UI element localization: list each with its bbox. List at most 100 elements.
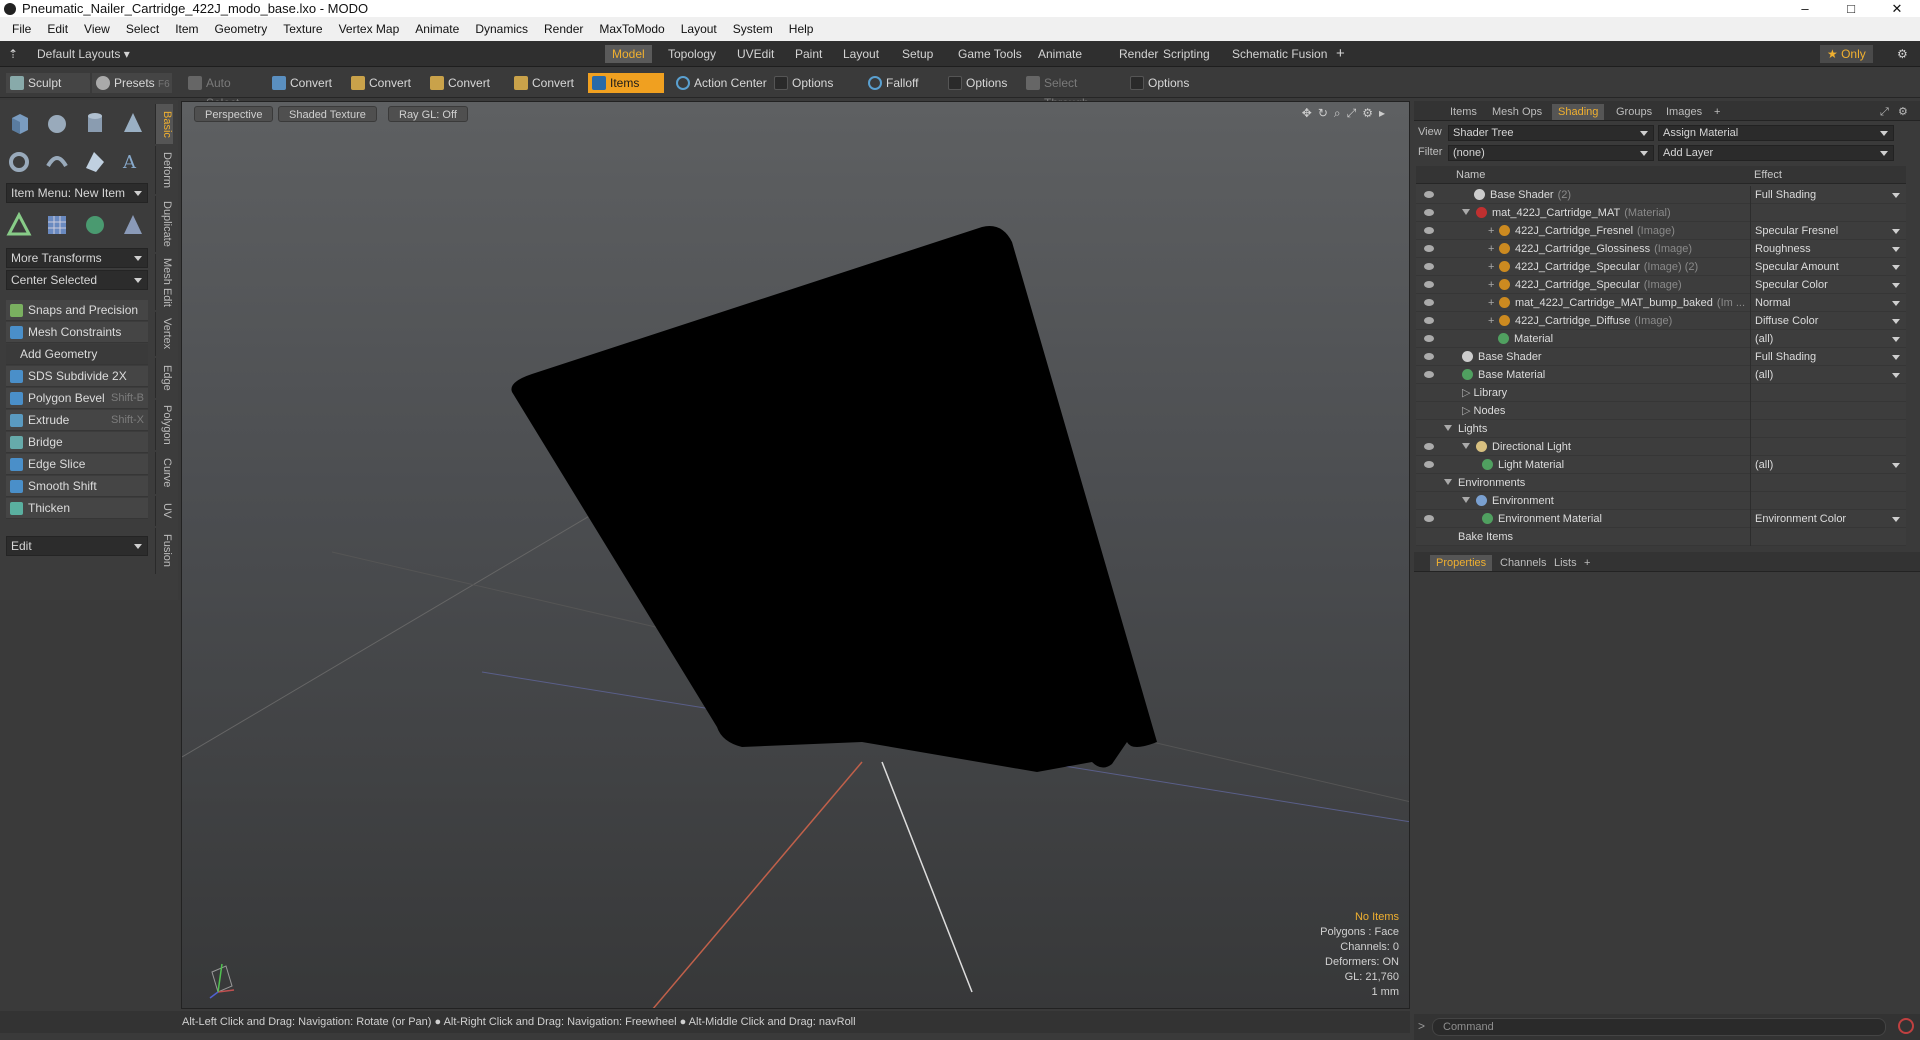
shader-tree-row[interactable]: +422J_Cartridge_Fresnel (Image) Specular F… <box>1416 222 1906 240</box>
add-tab-button[interactable]: + <box>1708 104 1726 120</box>
shader-tree-row[interactable]: Base Material (all) <box>1416 366 1906 384</box>
expand-triangle-icon[interactable] <box>1444 479 1452 485</box>
visibility-eye-icon[interactable] <box>1424 191 1434 198</box>
menu-file[interactable]: File <box>4 22 39 36</box>
layout-pin-icon[interactable]: ⇡ <box>4 45 25 63</box>
menu-maxtomodo[interactable]: MaxToModo <box>591 22 672 36</box>
shader-tree-row[interactable]: Light Material (all) <box>1416 456 1906 474</box>
vtab-uv[interactable]: UV <box>155 496 173 526</box>
cylinder-icon[interactable] <box>82 110 110 136</box>
edge-slice-button[interactable]: Edge Slice <box>6 454 148 475</box>
shader-tree-row[interactable]: Material (all) <box>1416 330 1906 348</box>
shader-tree-row[interactable]: ▷ Nodes <box>1416 402 1906 420</box>
view-dropdown[interactable]: Shader Tree <box>1448 125 1654 141</box>
visibility-eye-icon[interactable] <box>1424 245 1434 252</box>
close-button[interactable]: ✕ <box>1874 1 1920 17</box>
add-geometry-header[interactable]: Add Geometry <box>6 344 148 365</box>
expand-triangle-icon[interactable] <box>1444 425 1452 431</box>
menu-view[interactable]: View <box>76 22 118 36</box>
menu-animate[interactable]: Animate <box>407 22 467 36</box>
vtab-polygon[interactable]: Polygon <box>155 400 173 450</box>
expand-plus-icon[interactable]: + <box>1488 276 1496 294</box>
convert-polygons-button[interactable]: Convert <box>426 73 506 93</box>
menu-vertex-map[interactable]: Vertex Map <box>331 22 408 36</box>
globe-icon[interactable] <box>82 212 110 238</box>
menu-geometry[interactable]: Geometry <box>207 22 276 36</box>
vtab-edge[interactable]: Edge <box>155 358 173 398</box>
shader-tree-row[interactable]: +422J_Cartridge_Glossiness (Image) Roughne… <box>1416 240 1906 258</box>
effect-dropdown[interactable]: Specular Amount <box>1750 258 1906 276</box>
expand-plus-icon[interactable]: + <box>1488 294 1496 312</box>
visibility-eye-icon[interactable] <box>1424 281 1434 288</box>
pen-tool-icon[interactable] <box>82 148 110 174</box>
smooth-shift-button[interactable]: Smooth Shift <box>6 476 148 497</box>
effect-column-header[interactable]: Effect <box>1754 166 1782 184</box>
move-rotate-icon[interactable] <box>6 211 34 238</box>
only-toggle[interactable]: ★ Only <box>1820 45 1873 63</box>
sds-subdivide-button[interactable]: SDS Subdivide 2X <box>6 366 148 387</box>
effect-dropdown[interactable]: Full Shading <box>1750 348 1906 366</box>
shader-tree-row[interactable]: + mat_422J_Cartridge_MAT_bump_baked (Im ..… <box>1416 294 1906 312</box>
visibility-eye-icon[interactable] <box>1424 299 1434 306</box>
vtab-vertex[interactable]: Vertex <box>155 312 173 356</box>
record-icon[interactable] <box>1898 1018 1914 1034</box>
add-tab-button[interactable]: + <box>1578 555 1596 571</box>
shader-tree-row[interactable]: +422J_Cartridge_Diffuse (Image) Diffuse Co… <box>1416 312 1906 330</box>
command-input[interactable]: Command <box>1432 1018 1886 1036</box>
menu-texture[interactable]: Texture <box>275 22 330 36</box>
shader-tree-row[interactable]: +422J_Cartridge_Specular (Image) Specular … <box>1416 276 1906 294</box>
maximize-button[interactable]: □ <box>1828 1 1874 16</box>
visibility-eye-icon[interactable] <box>1424 263 1434 270</box>
shader-tree-row[interactable]: ▷ Library <box>1416 384 1906 402</box>
vtab-curve[interactable]: Curve <box>155 452 173 494</box>
visibility-eye-icon[interactable] <box>1424 317 1434 324</box>
presets-button[interactable]: Presets F6 <box>92 73 172 93</box>
default-layouts-dropdown[interactable]: Default Layouts ▾ <box>30 45 137 63</box>
menu-render[interactable]: Render <box>536 22 591 36</box>
visibility-eye-icon[interactable] <box>1424 335 1434 342</box>
effect-dropdown[interactable]: Specular Fresnel <box>1750 222 1906 240</box>
collapsed-arrow-icon[interactable]: ▷ <box>1462 405 1474 417</box>
shader-tree-row[interactable]: +422J_Cartridge_Specular (Image) (2) Specu… <box>1416 258 1906 276</box>
tab-images[interactable]: Images <box>1660 104 1708 120</box>
vtab-fusion[interactable]: Fusion <box>155 528 173 574</box>
tab-groups[interactable]: Groups <box>1610 104 1658 120</box>
vtab-mesh-edit[interactable]: Mesh Edit <box>155 254 173 310</box>
shader-tree-row[interactable]: Base Shader Full Shading <box>1416 348 1906 366</box>
filter-dropdown[interactable]: (none) <box>1448 145 1654 161</box>
expand-triangle-icon[interactable] <box>1462 497 1470 503</box>
visibility-eye-icon[interactable] <box>1424 461 1434 468</box>
thicken-button[interactable]: Thicken <box>6 498 148 519</box>
tab-layout[interactable]: Layout <box>836 45 886 63</box>
sphere-icon[interactable] <box>44 110 72 136</box>
shader-tree-row[interactable]: Environments <box>1416 474 1906 492</box>
extrude-button[interactable]: Extrude Shift-X <box>6 410 148 431</box>
tab-mesh-ops[interactable]: Mesh Ops <box>1486 104 1548 120</box>
vtab-deform[interactable]: Deform <box>155 146 173 194</box>
effect-dropdown[interactable]: (all) <box>1750 330 1906 348</box>
assign-material-dropdown[interactable]: Assign Material <box>1658 125 1894 141</box>
tab-model[interactable]: Model <box>605 45 652 63</box>
add-tab-button[interactable]: + <box>1329 45 1352 63</box>
effect-dropdown[interactable]: (all) <box>1750 456 1906 474</box>
select-through-button[interactable]: Select Through <box>1022 73 1122 110</box>
gear-icon[interactable]: ⚙ <box>1890 45 1915 63</box>
action-center-options-button[interactable]: Options <box>770 73 856 93</box>
effect-dropdown[interactable]: Specular Color <box>1750 276 1906 294</box>
more-transforms-dropdown[interactable]: More Transforms <box>6 248 148 268</box>
visibility-eye-icon[interactable] <box>1424 443 1434 450</box>
add-layer-dropdown[interactable]: Add Layer <box>1658 145 1894 161</box>
expand-plus-icon[interactable]: + <box>1488 312 1496 330</box>
tube-icon[interactable] <box>44 148 72 174</box>
action-center-button[interactable]: Action Center <box>672 73 768 93</box>
sculpt-button[interactable]: Sculpt <box>6 73 90 93</box>
select-options-button[interactable]: Options <box>1126 73 1206 93</box>
bridge-button[interactable]: Bridge <box>6 432 148 453</box>
expand-plus-icon[interactable]: + <box>1488 258 1496 276</box>
items-mode-button[interactable]: Items <box>588 73 664 93</box>
falloff-options-button[interactable]: Options <box>944 73 1024 93</box>
tab-setup[interactable]: Setup <box>895 45 940 63</box>
effect-dropdown[interactable]: Normal <box>1750 294 1906 312</box>
tab-scripting[interactable]: Scripting <box>1156 45 1217 63</box>
menu-help[interactable]: Help <box>781 22 822 36</box>
